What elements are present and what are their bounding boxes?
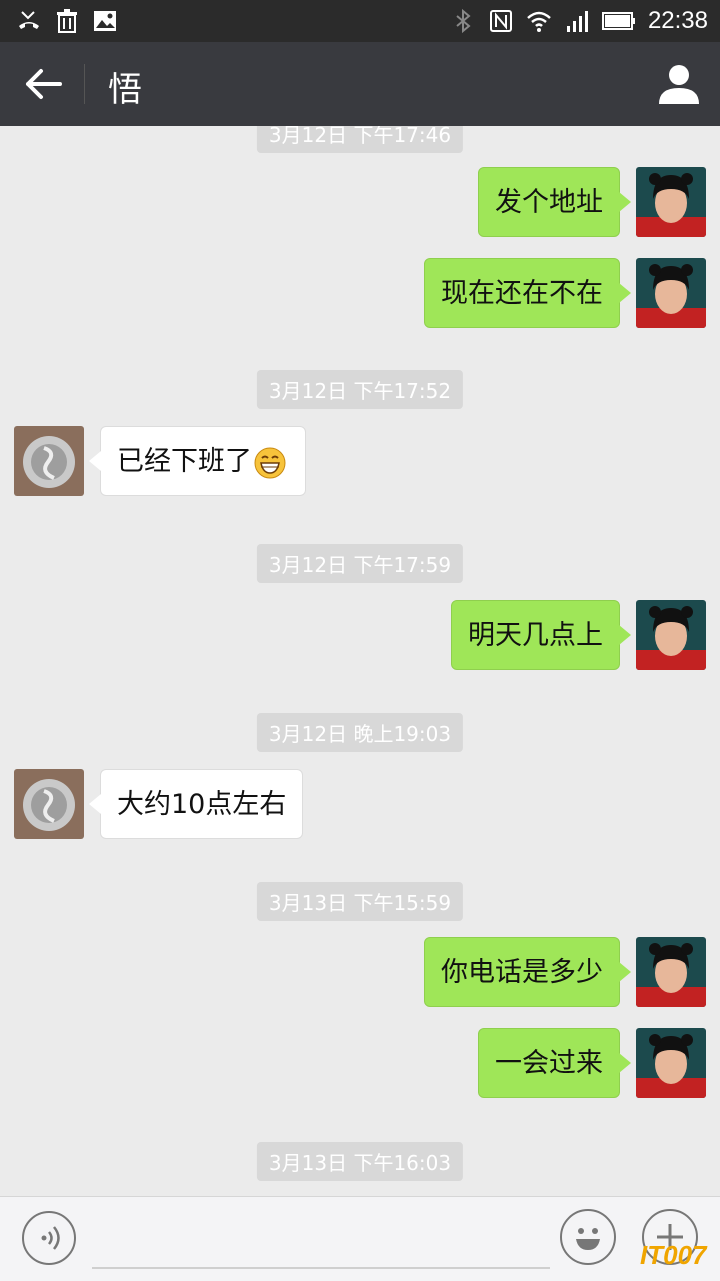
bluetooth-icon [456, 8, 471, 34]
my-avatar[interactable] [636, 258, 706, 328]
message-input[interactable] [92, 1215, 550, 1269]
message-timestamp: 3月12日 下午17:59 [256, 544, 464, 583]
header-divider [84, 64, 85, 104]
outgoing-message[interactable]: 你电话是多少 [424, 937, 631, 1007]
message-list[interactable]: 3月12日 下午17:46 发个地址 现在还在不在 3月12日 下午17:52 [0, 126, 720, 1196]
chat-header: 悟 [0, 42, 720, 126]
clock: 22:38 [647, 7, 708, 34]
contact-profile-icon[interactable] [656, 60, 702, 108]
watermark: IT007 [640, 1240, 707, 1270]
smiley-icon [576, 1228, 600, 1250]
battery-icon [601, 12, 635, 30]
signal-icon [566, 11, 588, 32]
message-timestamp: 3月13日 下午15:59 [256, 882, 464, 921]
voice-input-button[interactable] [22, 1211, 76, 1265]
image-icon [94, 11, 116, 31]
outgoing-message[interactable]: 发个地址 [478, 167, 631, 237]
incoming-message[interactable]: 已经下班了 [89, 426, 306, 496]
voice-icon [41, 1226, 60, 1250]
status-bar: 22:38 [0, 0, 720, 42]
trash-icon [57, 9, 77, 33]
message-timestamp: 3月12日 下午17:52 [256, 370, 464, 409]
nfc-icon [489, 10, 512, 32]
message-timestamp: 3月12日 晚上19:03 [256, 713, 464, 752]
contact-avatar[interactable] [14, 769, 84, 839]
incoming-message[interactable]: 大约10点左右 [88, 769, 304, 839]
grin-emoji-icon [254, 447, 286, 478]
message-timestamp: 3月13日 下午16:03 [256, 1142, 464, 1181]
my-avatar[interactable] [636, 167, 706, 237]
my-avatar[interactable] [636, 600, 706, 670]
message-timestamp: 3月12日 下午17:46 [256, 126, 464, 153]
my-avatar[interactable] [636, 937, 706, 1007]
outgoing-message[interactable]: 一会过来 [478, 1028, 631, 1098]
back-arrow-icon[interactable] [22, 60, 66, 108]
emoji-button[interactable] [560, 1209, 616, 1265]
message-text: 已经下班了 [117, 446, 252, 477]
outgoing-message[interactable]: 现在还在不在 [424, 258, 631, 328]
status-right-icons: 22:38 [450, 6, 708, 36]
missed-call-icon [19, 11, 39, 29]
outgoing-message[interactable]: 明天几点上 [451, 600, 631, 670]
wifi-icon [527, 11, 551, 32]
my-avatar[interactable] [636, 1028, 706, 1098]
status-left-icons [16, 8, 118, 34]
contact-avatar[interactable] [14, 426, 84, 496]
chat-title: 悟 [108, 70, 142, 110]
chat-input-bar [0, 1196, 720, 1281]
